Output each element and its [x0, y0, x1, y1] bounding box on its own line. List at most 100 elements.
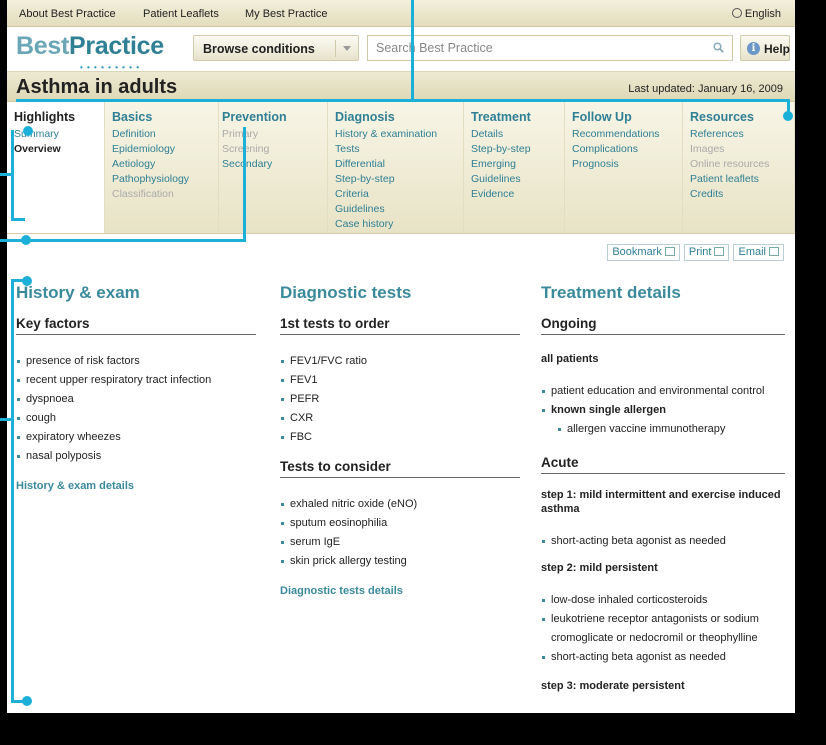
bookmark-button[interactable]: Bookmark [607, 244, 680, 261]
nav-heading[interactable]: Resources [690, 110, 794, 124]
list-item: allergen vaccine immunotherapy [557, 420, 785, 439]
nav-item[interactable]: Evidence [471, 187, 564, 202]
history-exam-details-link[interactable]: History & exam details [16, 480, 256, 492]
treatment-details-panel: Treatment details Ongoing all patients p… [541, 283, 785, 693]
nav-item[interactable]: Step-by-step [471, 142, 564, 157]
list-item: expiratory wheezes [16, 428, 256, 447]
nav-item[interactable]: References [690, 127, 794, 142]
nav-column-diagnosis: Diagnosis History & examination Tests Diffe… [328, 102, 464, 233]
callout-line [0, 239, 246, 242]
nav-item: Classification [112, 188, 174, 200]
email-label: Email [738, 246, 766, 258]
callout-dot [23, 126, 33, 136]
diagnostic-tests-heading: Diagnostic tests [280, 283, 412, 302]
callout-dot [783, 111, 793, 121]
nav-column-treatment: Treatment Details Step-by-step Emerging Guid… [464, 102, 565, 233]
about-link[interactable]: About Best Practice [19, 8, 116, 20]
nav-item: Screening [222, 142, 327, 157]
nav-item: Online resources [690, 158, 770, 170]
info-icon: i [747, 42, 760, 55]
logo-text-best: Best [16, 32, 69, 60]
nav-item[interactable]: Differential [335, 157, 463, 172]
nav-column-resources: Resources References Images Online resource… [683, 102, 795, 233]
nav-item[interactable]: Guidelines [335, 202, 463, 217]
key-factors-list: presence of risk factors recent upper re… [16, 352, 256, 466]
nav-item[interactable]: Complications [572, 142, 682, 157]
list-item: leukotriene receptor antagonists or sodi… [541, 610, 785, 629]
callout-line [243, 127, 246, 241]
nav-item[interactable]: Case history [335, 217, 463, 232]
nav-heading[interactable]: Treatment [471, 110, 564, 124]
search-icon[interactable] [713, 42, 724, 53]
list-item: recent upper respiratory tract infection [16, 371, 256, 390]
nav-item[interactable]: Credits [690, 187, 794, 202]
printer-icon [714, 247, 725, 256]
nav-heading[interactable]: Prevention [222, 110, 327, 124]
my-best-practice-link[interactable]: My Best Practice [245, 8, 328, 20]
nav-item[interactable]: Tests [335, 142, 463, 157]
list-item: CXR [280, 409, 520, 428]
nav-item[interactable]: Emerging [471, 157, 564, 172]
nav-item[interactable]: Details [471, 127, 564, 142]
nav-column-prevention: Prevention Primary ScreeningSecondary [215, 102, 328, 233]
nav-heading[interactable]: Highlights [14, 110, 104, 124]
callout-dot [21, 235, 31, 245]
first-tests-list: FEV1/FVC ratio FEV1 PEFR CXR FBC [280, 352, 520, 447]
list-item: exhaled nitric oxide (eNO) [280, 495, 520, 514]
dropdown-separator [335, 40, 336, 57]
nav-item[interactable]: Prognosis [572, 157, 682, 172]
list-item: patient education and environmental cont… [541, 382, 785, 401]
step3-group: step 3: moderate persistent [541, 680, 685, 692]
nav-item[interactable]: Guidelines [471, 172, 564, 187]
nav-item[interactable]: Step-by-step [335, 172, 463, 187]
nav-item[interactable]: Aetiology [112, 157, 218, 172]
list-item: short-acting beta agonist as needed [541, 648, 785, 667]
ongoing-heading: Ongoing [541, 316, 785, 335]
diagnostic-tests-details-link[interactable]: Diagnostic tests details [280, 585, 520, 597]
tests-to-consider-list: exhaled nitric oxide (eNO) sputum eosino… [280, 495, 520, 571]
nav-item[interactable]: Definition [112, 127, 218, 142]
nav-heading[interactable]: Basics [112, 110, 218, 124]
ongoing-treatment-list: patient education and environmental cont… [541, 382, 785, 439]
list-item: FEV1/FVC ratio [280, 352, 520, 371]
chevron-down-icon [343, 46, 351, 51]
nav-item[interactable]: Recommendations [572, 127, 682, 142]
nav-item[interactable]: Patient leaflets [690, 172, 794, 187]
list-item: dyspnoea [16, 390, 256, 409]
diagnostic-tests-panel: Diagnostic tests 1st tests to order FEV1… [280, 283, 520, 597]
best-practice-logo[interactable]: BestPractice • • • • • • • • • [16, 32, 164, 72]
tests-to-consider-heading: Tests to consider [280, 459, 520, 478]
list-item: sputum eosinophilia [280, 514, 520, 533]
search-input[interactable] [368, 36, 688, 60]
bookmark-label: Bookmark [612, 246, 662, 258]
step1-list: short-acting beta agonist as needed [541, 532, 785, 551]
language-selector[interactable]: English [731, 8, 781, 20]
print-button[interactable]: Print [683, 244, 730, 261]
nav-heading[interactable]: Diagnosis [335, 110, 463, 124]
nav-heading[interactable]: Follow Up [572, 110, 682, 124]
nav-column-highlights: Highlights Summary Overview [7, 102, 105, 233]
topic-navigation: Highlights Summary Overview Basics Definitio… [7, 102, 795, 234]
step1-group: step 1: mild intermittent and exercise i… [541, 489, 781, 515]
browser-page: About Best Practice Patient Leaflets My … [7, 0, 795, 713]
logo-text-practice: Practice [69, 32, 164, 60]
nav-item[interactable]: Pathophysiology [112, 172, 218, 187]
nav-item[interactable]: Criteria [335, 187, 463, 202]
treatment-details-heading: Treatment details [541, 283, 681, 302]
callout-line [0, 418, 13, 421]
list-item: short-acting beta agonist as needed [541, 532, 785, 551]
envelope-icon [769, 247, 779, 256]
help-button[interactable]: i Help [740, 35, 790, 61]
nav-item[interactable]: Epidemiology [112, 142, 218, 157]
all-patients-group: all patients [541, 353, 599, 365]
email-button[interactable]: Email [733, 244, 784, 261]
nav-item[interactable]: Secondary [222, 157, 327, 172]
acute-heading: Acute [541, 455, 785, 474]
list-item: low-dose inhaled corticosteroids [541, 591, 785, 610]
callout-line [0, 173, 13, 176]
nav-item[interactable]: History & examination [335, 127, 463, 142]
browse-conditions-dropdown[interactable]: Browse conditions [193, 35, 359, 61]
list-item: known single allergen [541, 401, 785, 420]
nav-item[interactable]: Overview [14, 142, 104, 157]
patient-leaflets-link[interactable]: Patient Leaflets [143, 8, 219, 20]
